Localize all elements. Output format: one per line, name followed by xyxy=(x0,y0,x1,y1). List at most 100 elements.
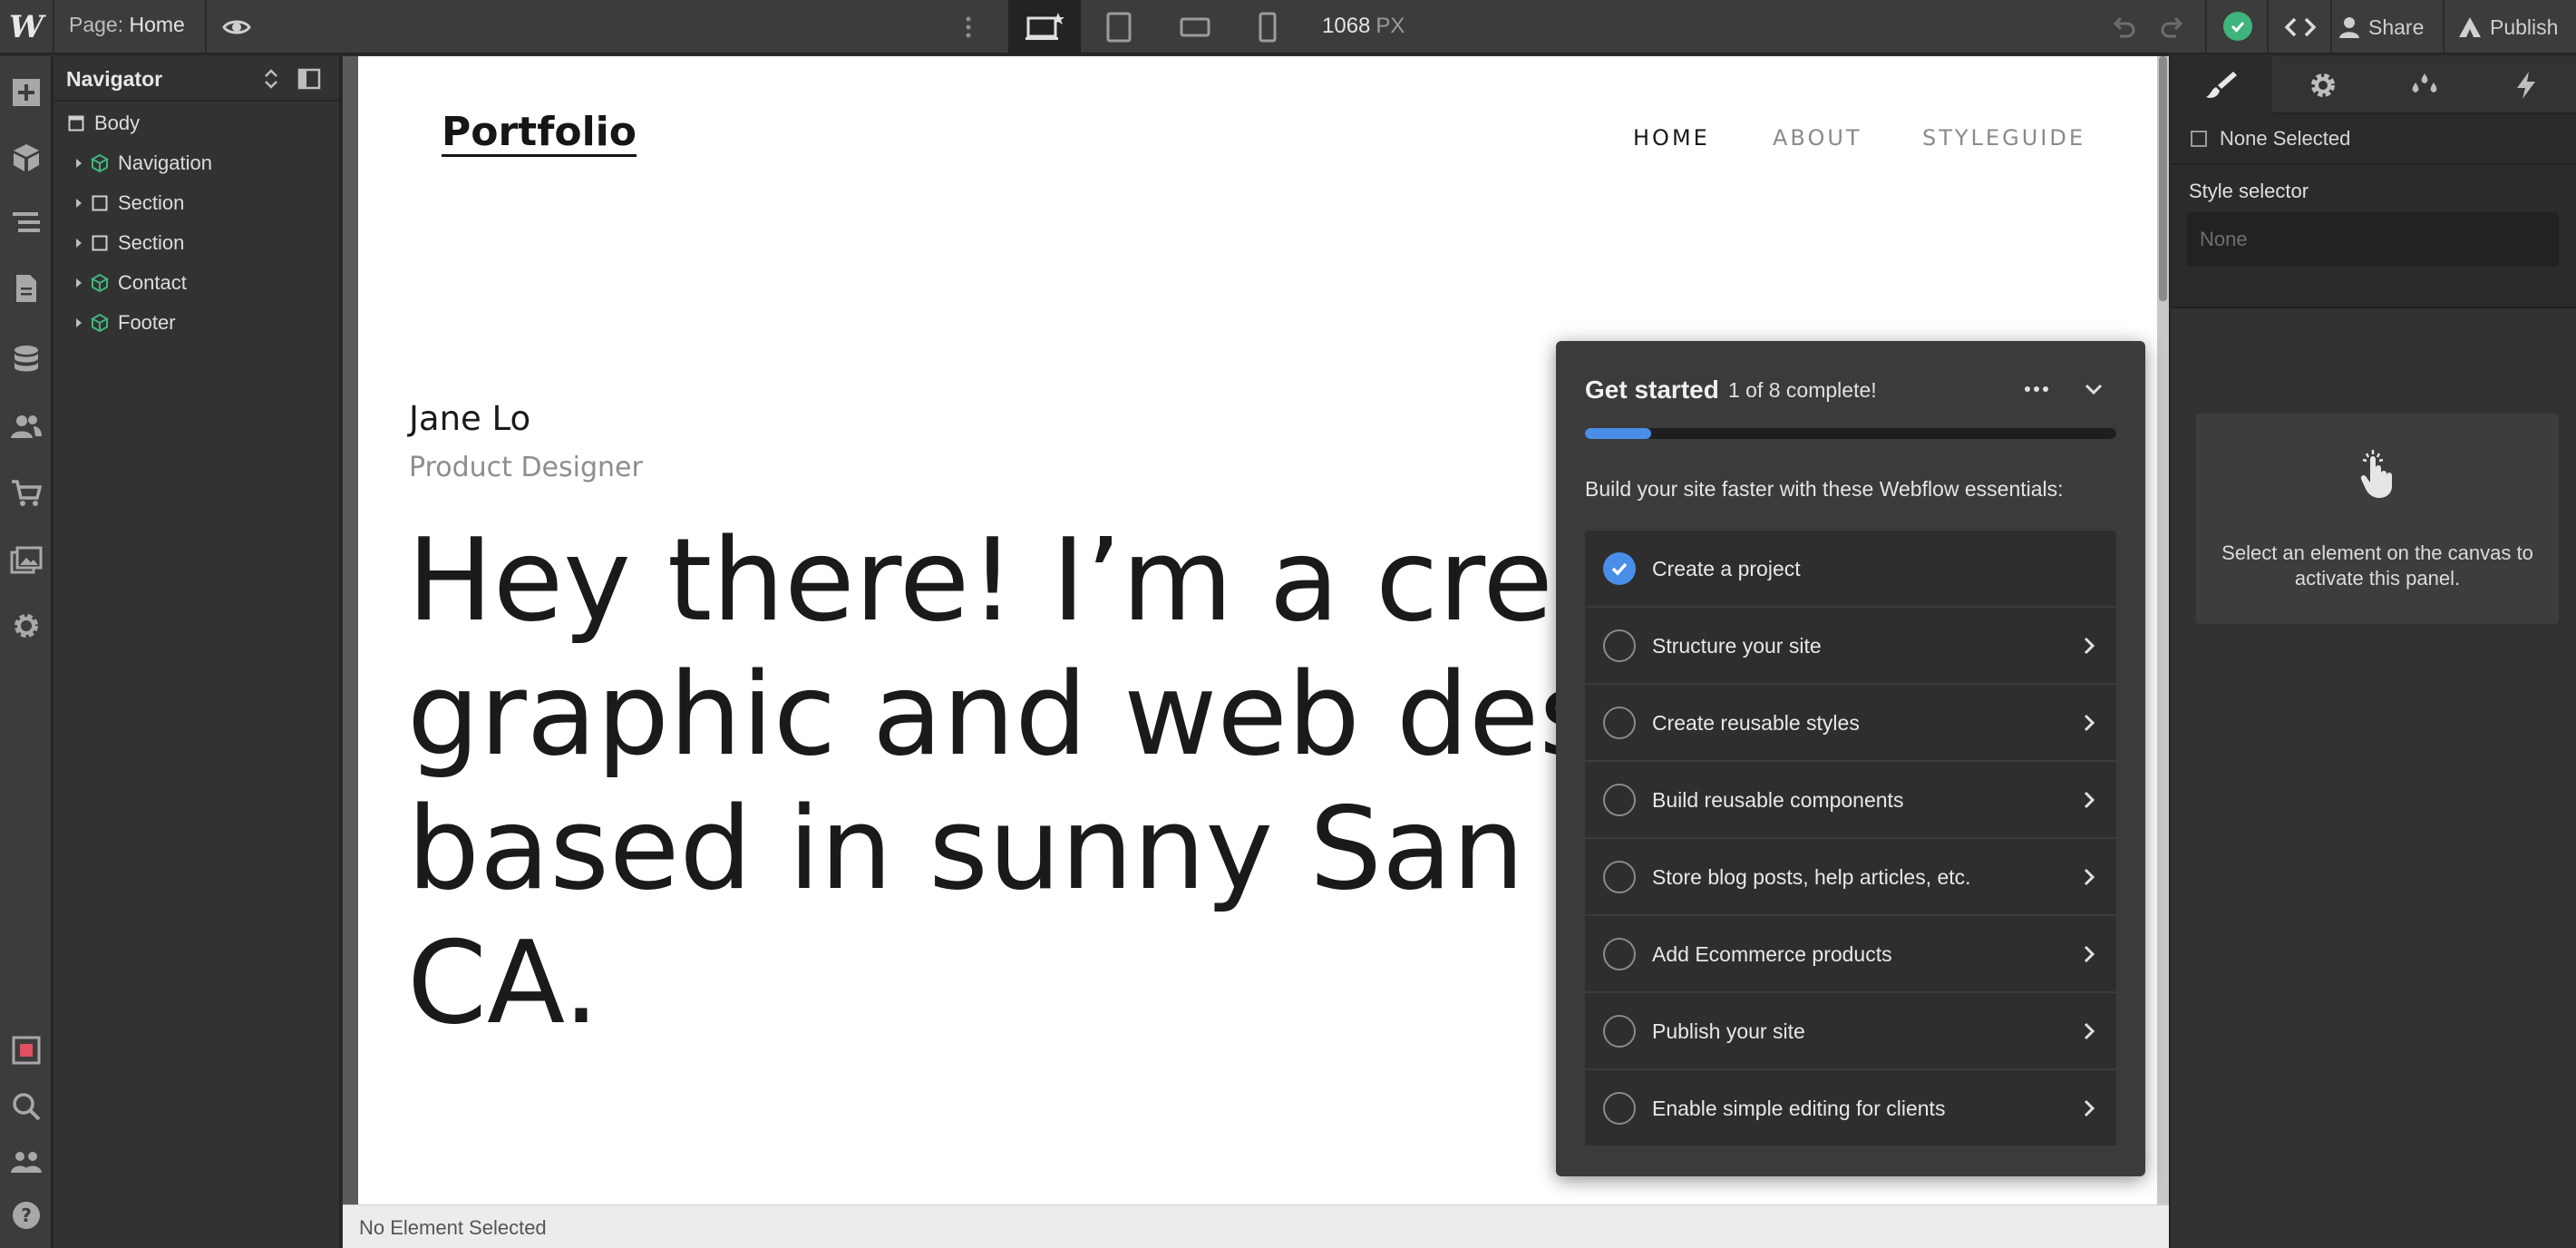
empty-state-message: Select an element on the canvas to activ… xyxy=(2221,541,2533,590)
chevron-right-icon xyxy=(2082,1097,2096,1119)
checklist-item[interactable]: Build reusable components xyxy=(1585,762,2116,837)
expand-collapse-icon[interactable] xyxy=(259,67,283,91)
users-icon[interactable] xyxy=(8,408,44,444)
canvas-scrollbar[interactable] xyxy=(2157,56,2169,1204)
chevron-down-icon[interactable] xyxy=(2080,377,2107,401)
caret-right-icon[interactable] xyxy=(73,237,85,249)
tree-item-navigation[interactable]: Navigation xyxy=(73,145,212,181)
get-started-panel: Get started 1 of 8 complete! Build your … xyxy=(1556,341,2145,1176)
component-icon xyxy=(91,274,109,292)
navigator-panel: Navigator Body Navigation Section Sectio… xyxy=(54,56,341,1248)
assets-icon[interactable] xyxy=(8,542,44,579)
check-icon[interactable] xyxy=(2223,12,2252,41)
check-circle-icon xyxy=(1603,552,1636,585)
audit-icon[interactable] xyxy=(8,1032,44,1068)
checklist-item[interactable]: Add Ecommerce products xyxy=(1585,916,2116,991)
undo-icon[interactable] xyxy=(2109,13,2138,42)
style-selector-input[interactable] xyxy=(2187,212,2559,267)
style-selector-input-wrapper xyxy=(2187,212,2559,267)
team-icon[interactable] xyxy=(8,1143,44,1179)
caret-right-icon[interactable] xyxy=(73,157,85,170)
divider xyxy=(2171,307,2576,308)
style-manager-icon[interactable] xyxy=(2374,56,2475,114)
tree-item-contact[interactable]: Contact xyxy=(73,265,187,301)
caret-right-icon[interactable] xyxy=(73,317,85,329)
checklist-item-label: Structure your site xyxy=(1652,634,1822,658)
desktop-breakpoint-icon[interactable] xyxy=(1008,0,1081,54)
add-icon[interactable] xyxy=(8,74,44,111)
empty-circle-icon xyxy=(1603,1092,1636,1125)
progress-fill xyxy=(1585,428,1652,439)
canvas-width-readout[interactable]: 1068 PX xyxy=(1322,14,1405,39)
search-icon[interactable] xyxy=(8,1088,44,1125)
tree-item-footer[interactable]: Footer xyxy=(73,305,176,341)
site-nav-styleguide[interactable]: STYLEGUIDE xyxy=(1922,125,2085,151)
cms-icon[interactable] xyxy=(8,341,44,377)
chevron-right-icon xyxy=(2082,712,2096,734)
element-settings-icon[interactable] xyxy=(2272,56,2374,114)
checklist-item[interactable]: Publish your site xyxy=(1585,993,2116,1068)
pages-icon[interactable] xyxy=(8,270,44,307)
mobile-portrait-icon[interactable] xyxy=(1249,0,1286,54)
site-logo[interactable]: Portfolio xyxy=(442,111,637,157)
tree-item-section[interactable]: Section xyxy=(73,225,184,261)
help-icon[interactable]: ? xyxy=(8,1197,44,1233)
caret-right-icon[interactable] xyxy=(73,277,85,289)
checklist-item-label: Create reusable styles xyxy=(1652,711,1860,735)
checklist-item[interactable]: Create a project xyxy=(1585,531,2116,606)
share-label: Share xyxy=(2368,15,2425,39)
checklist-item[interactable]: Structure your site xyxy=(1585,608,2116,683)
site-nav-home[interactable]: HOME xyxy=(1633,125,1710,151)
settings-icon[interactable] xyxy=(8,608,44,644)
code-icon[interactable] xyxy=(2280,11,2321,44)
style-selector-label: Style selector xyxy=(2189,180,2309,202)
webflow-logo[interactable]: W xyxy=(0,0,53,54)
none-selected-toggle[interactable]: None Selected xyxy=(2191,127,2350,151)
page-prefix: Page: xyxy=(69,13,124,36)
interactions-icon[interactable] xyxy=(2475,56,2576,114)
tablet-icon[interactable] xyxy=(1099,0,1139,54)
share-button[interactable]: Share xyxy=(2338,0,2424,54)
style-brush-icon[interactable] xyxy=(2171,56,2272,114)
tree-item-label: Body xyxy=(94,112,141,134)
page-selector[interactable]: Page: Home xyxy=(69,13,185,37)
ecommerce-icon[interactable] xyxy=(8,475,44,512)
publish-button[interactable]: Publish xyxy=(2457,0,2558,54)
navigator-header: Navigator xyxy=(54,56,339,102)
navigator-title: Navigator xyxy=(66,67,163,91)
empty-circle-icon xyxy=(1603,1015,1636,1048)
more-horizontal-icon[interactable] xyxy=(2018,377,2055,401)
component-icon xyxy=(91,314,109,332)
caret-right-icon[interactable] xyxy=(73,197,85,210)
tree-item-label: Footer xyxy=(118,311,176,334)
status-text: No Element Selected xyxy=(359,1216,547,1239)
hero-role[interactable]: Product Designer xyxy=(409,452,643,483)
checklist-item[interactable]: Enable simple editing for clients xyxy=(1585,1070,2116,1146)
components-icon[interactable] xyxy=(8,140,44,176)
component-icon xyxy=(91,154,109,172)
hero-name[interactable]: Jane Lo xyxy=(409,399,530,438)
progress-bar xyxy=(1585,428,2116,439)
preview-eye-icon[interactable] xyxy=(221,12,252,43)
checklist-item-label: Build reusable components xyxy=(1652,788,1904,812)
more-vertical-icon[interactable] xyxy=(957,9,979,45)
redo-icon[interactable] xyxy=(2158,13,2187,42)
empty-circle-icon xyxy=(1603,707,1636,739)
empty-state-card: Select an element on the canvas to activ… xyxy=(2196,414,2559,624)
page-name: Home xyxy=(129,13,185,36)
scrollbar-thumb[interactable] xyxy=(2159,56,2167,301)
empty-circle-icon xyxy=(1603,938,1636,970)
box-icon xyxy=(91,194,109,212)
svg-text:?: ? xyxy=(21,1204,32,1226)
mobile-landscape-icon[interactable] xyxy=(1175,0,1215,54)
dock-panel-icon[interactable] xyxy=(297,68,321,90)
site-nav-about[interactable]: ABOUT xyxy=(1773,125,1862,151)
user-icon xyxy=(2339,17,2359,38)
tree-item-body[interactable]: Body xyxy=(67,105,140,141)
checklist-item[interactable]: Store blog posts, help articles, etc. xyxy=(1585,839,2116,914)
checkbox[interactable] xyxy=(2191,131,2207,147)
checklist-item[interactable]: Create reusable styles xyxy=(1585,685,2116,760)
status-bar: No Element Selected xyxy=(343,1204,2169,1248)
tree-item-section[interactable]: Section xyxy=(73,185,184,221)
navigator-icon[interactable] xyxy=(8,205,44,241)
